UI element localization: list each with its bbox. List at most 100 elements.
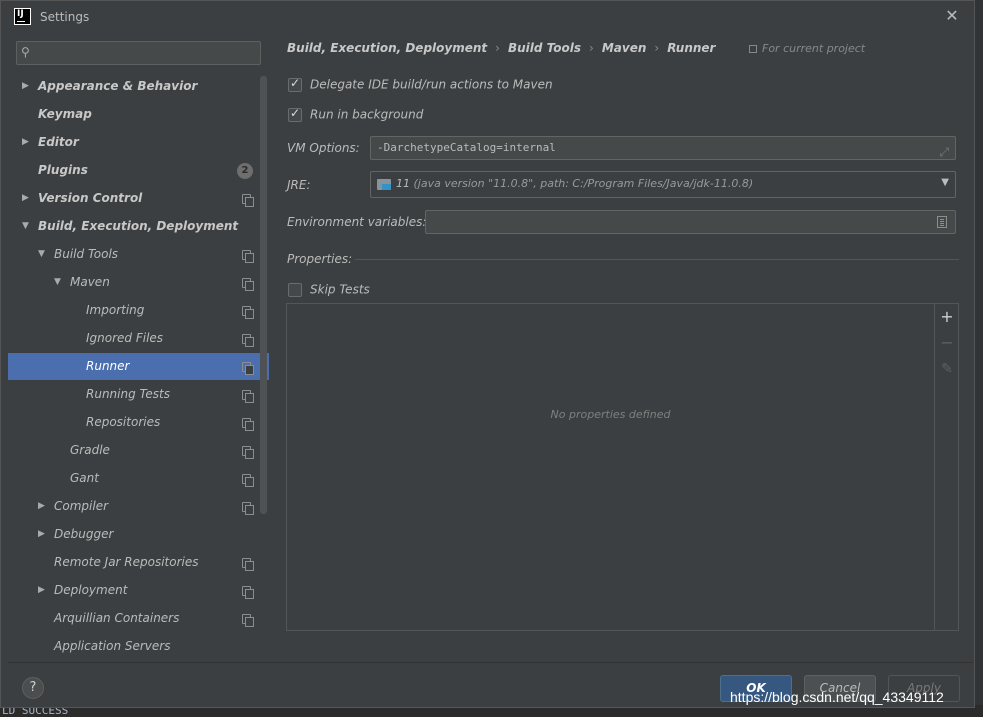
chevron-down-icon[interactable]: ▼: [941, 177, 949, 188]
collapsed-arrow-icon[interactable]: ▶: [22, 185, 32, 212]
run-in-background-label: Run in background: [310, 107, 424, 122]
collapsed-arrow-icon[interactable]: ▶: [38, 577, 48, 604]
title-bar: IJ Settings ✕: [1, 1, 974, 33]
runner-settings-panel: Build, Execution, Deployment › Build Tools…: [269, 32, 973, 662]
tree-item-label: Deployment: [54, 583, 128, 597]
tree-item-build-execution-deployment[interactable]: ▼ Build, Execution, Deployment: [8, 213, 269, 240]
tree-item-arquillian-containers[interactable]: Arquillian Containers: [8, 605, 269, 632]
skip-tests-label: Skip Tests: [310, 282, 370, 297]
remove-property-icon[interactable]: −: [935, 332, 959, 354]
jre-select[interactable]: 11 (java version "11.0.8", path: C:/Prog…: [370, 171, 956, 198]
help-button[interactable]: ?: [22, 677, 44, 699]
project-level-icon: [242, 194, 254, 207]
watermark-text: https://blog.csdn.net/qq_43349112: [730, 689, 944, 705]
collapsed-arrow-icon[interactable]: ▶: [38, 521, 48, 548]
tree-item-maven[interactable]: ▼ Maven: [8, 269, 269, 296]
tree-item-deployment[interactable]: ▶ Deployment: [8, 577, 269, 604]
tree-item-label: Application Servers: [54, 639, 171, 653]
tree-item-editor[interactable]: ▶ Editor: [8, 129, 269, 156]
breadcrumb-item: Build, Execution, Deployment: [287, 41, 488, 55]
tree-item-label: Keymap: [38, 107, 92, 121]
tree-item-label: Runner: [86, 359, 130, 373]
update-count-badge: 2: [237, 163, 253, 179]
jre-selected-value: 11 (java version "11.0.8", path: C:/Prog…: [396, 177, 754, 190]
vm-options-field[interactable]: -DarchetypeCatalog=internal ⤢: [370, 136, 956, 160]
tree-item-label: Editor: [38, 135, 79, 149]
jdk-folder-icon: [377, 179, 391, 190]
skip-tests-checkbox[interactable]: Skip Tests: [288, 282, 370, 300]
empty-properties-text: No properties defined: [550, 408, 671, 421]
project-level-icon: [242, 502, 254, 515]
breadcrumb-item: Runner: [667, 41, 716, 55]
tree-item-plugins[interactable]: Plugins 2: [8, 157, 269, 184]
project-level-icon: [242, 558, 254, 571]
tree-item-ignored-files[interactable]: Ignored Files: [8, 325, 269, 352]
environment-variables-field[interactable]: [425, 210, 956, 234]
project-level-icon: [242, 418, 254, 431]
expanded-arrow-icon[interactable]: ▼: [38, 241, 48, 268]
project-level-icon: [242, 362, 254, 375]
collapsed-arrow-icon[interactable]: ▶: [38, 493, 48, 520]
project-level-icon: [242, 586, 254, 599]
tree-item-label: Maven: [70, 275, 110, 289]
tree-item-label: Arquillian Containers: [54, 611, 180, 625]
checkbox-icon[interactable]: [288, 106, 302, 122]
delegate-to-maven-checkbox[interactable]: Delegate IDE build/run actions to Maven: [288, 76, 553, 95]
document-icon[interactable]: [937, 216, 947, 228]
tree-item-label: Debugger: [54, 527, 114, 541]
properties-toolbar: + − ✎: [934, 304, 958, 630]
collapsed-arrow-icon[interactable]: ▶: [22, 129, 32, 156]
settings-search-input[interactable]: ⚲: [16, 41, 261, 65]
breadcrumb: Build, Execution, Deployment › Build Tools…: [287, 41, 715, 55]
project-scope-icon: [749, 45, 757, 53]
tree-item-repositories[interactable]: Repositories: [8, 409, 269, 436]
tree-item-label: Running Tests: [86, 387, 170, 401]
tree-item-application-servers[interactable]: Application Servers: [8, 633, 269, 660]
tree-item-remote-jar-repositories[interactable]: Remote Jar Repositories: [8, 549, 269, 576]
window-title: Settings: [40, 10, 90, 24]
tree-item-label: Importing: [86, 303, 145, 317]
close-icon[interactable]: ✕: [943, 7, 961, 25]
tree-item-debugger[interactable]: ▶ Debugger: [8, 521, 269, 548]
search-icon: ⚲: [21, 45, 30, 59]
project-level-icon: [242, 390, 254, 403]
checkbox-icon[interactable]: [288, 76, 302, 92]
properties-list[interactable]: No properties defined: [287, 304, 934, 630]
checkbox-icon[interactable]: [288, 282, 302, 297]
edit-property-icon[interactable]: ✎: [935, 358, 959, 380]
project-level-icon: [242, 278, 254, 291]
tree-item-runner[interactable]: Runner: [8, 353, 269, 380]
delegate-to-maven-label: Delegate IDE build/run actions to Maven: [310, 77, 553, 92]
tree-item-running-tests[interactable]: Running Tests: [8, 381, 269, 408]
project-level-icon: [242, 250, 254, 263]
intellij-app-icon: IJ: [14, 8, 31, 25]
tree-item-version-control[interactable]: ▶ Version Control: [8, 185, 269, 212]
settings-sidebar: ⚲ ▶ Appearance & Behavior Keymap ▶ Editor Plu…: [8, 32, 269, 662]
tree-item-keymap[interactable]: Keymap: [8, 101, 269, 128]
environment-variables-label: Environment variables:: [287, 215, 427, 229]
vm-options-value: -DarchetypeCatalog=internal: [377, 141, 556, 154]
project-level-icon: [242, 446, 254, 459]
expand-icon[interactable]: ⤢: [939, 141, 949, 163]
tree-item-compiler[interactable]: ▶ Compiler: [8, 493, 269, 520]
tree-item-gant[interactable]: Gant: [8, 465, 269, 492]
tree-item-appearance-behavior[interactable]: ▶ Appearance & Behavior: [8, 73, 269, 100]
expanded-arrow-icon[interactable]: ▼: [54, 269, 64, 296]
tree-item-label: Repositories: [86, 415, 161, 429]
project-level-icon: [242, 474, 254, 487]
properties-divider: [355, 259, 959, 260]
tree-item-importing[interactable]: Importing: [8, 297, 269, 324]
tree-item-label: Gradle: [70, 443, 110, 457]
sidebar-scrollbar[interactable]: [260, 76, 267, 514]
collapsed-arrow-icon[interactable]: ▶: [22, 73, 32, 100]
properties-table: No properties defined + − ✎: [286, 303, 959, 631]
tree-item-gradle[interactable]: Gradle: [8, 437, 269, 464]
breadcrumb-separator: ›: [589, 41, 594, 55]
expanded-arrow-icon[interactable]: ▼: [22, 213, 32, 240]
project-scope-label: For current project: [749, 42, 865, 55]
tree-item-label: Remote Jar Repositories: [54, 555, 199, 569]
add-property-icon[interactable]: +: [935, 306, 959, 328]
run-in-background-checkbox[interactable]: Run in background: [288, 106, 424, 125]
tree-item-build-tools[interactable]: ▼ Build Tools: [8, 241, 269, 268]
tree-item-label: Build, Execution, Deployment: [38, 219, 239, 233]
